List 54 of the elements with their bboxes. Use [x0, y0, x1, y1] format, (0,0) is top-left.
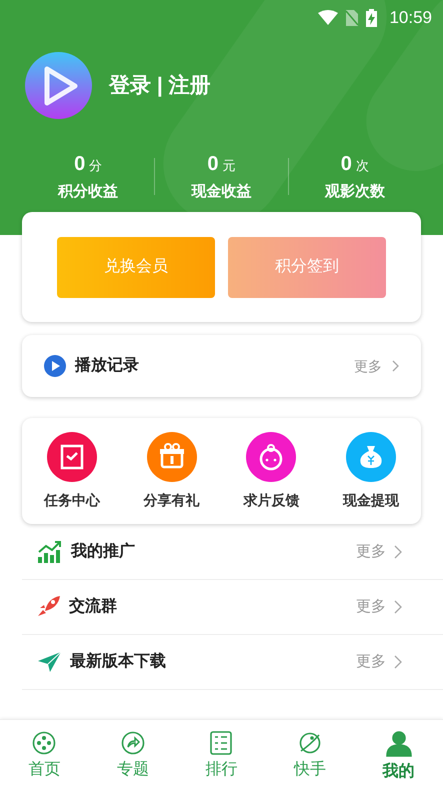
- menu-row[interactable]: 交流群 更多: [22, 580, 443, 635]
- cash-icon[interactable]: [346, 432, 396, 482]
- history-card[interactable]: 播放记录 更多: [22, 335, 421, 397]
- shortcut-label[interactable]: 现金提现: [343, 490, 400, 510]
- battery-charging-icon: [366, 9, 378, 27]
- more-link[interactable]: 更多: [356, 596, 386, 618]
- tab-label[interactable]: 我的: [382, 760, 415, 784]
- chevron-icon: [394, 655, 402, 669]
- film-reel-icon[interactable]: [32, 731, 56, 755]
- task-icon[interactable]: [46, 432, 97, 482]
- checkin-button[interactable]: 积分签到: [228, 236, 386, 298]
- chevron-icon: [394, 600, 402, 614]
- stat-unit: 次: [356, 157, 369, 175]
- tab-label[interactable]: 快手: [294, 758, 326, 782]
- gift-icon[interactable]: [146, 432, 197, 482]
- tab-label[interactable]: 排行: [205, 758, 238, 782]
- tab-label[interactable]: 专题: [116, 758, 149, 782]
- stat-value: 0: [207, 152, 219, 177]
- history-title: 播放记录: [75, 356, 139, 376]
- play-logo-icon[interactable]: [25, 52, 92, 119]
- stat-label: 观影次数: [324, 182, 385, 202]
- wifi-icon: [318, 10, 338, 26]
- menu-label: 交流群: [69, 596, 117, 617]
- stat-label: 积分收益: [58, 182, 118, 202]
- stat-unit: 分: [89, 157, 102, 175]
- more-link[interactable]: 更多: [356, 540, 386, 564]
- more-link[interactable]: 更多: [354, 356, 382, 376]
- stat-unit: 元: [222, 157, 236, 175]
- menu-row[interactable]: 最新版本下载 更多: [22, 635, 443, 690]
- stat-label: 现金收益: [191, 182, 252, 202]
- no-sim-icon: [346, 10, 358, 26]
- planet-icon[interactable]: [298, 731, 322, 755]
- stat-value: 0: [74, 152, 86, 177]
- status-time: 10:59: [389, 7, 432, 30]
- chevron-icon: [394, 545, 402, 559]
- shortcut-label[interactable]: 任务中心: [44, 490, 100, 510]
- shortcut-label[interactable]: 分享有礼: [144, 490, 200, 510]
- rocket-icon: [38, 596, 60, 618]
- tab-label[interactable]: 首页: [28, 758, 60, 782]
- exchange-button[interactable]: 兑换会员: [57, 236, 215, 298]
- person-icon[interactable]: [386, 731, 412, 757]
- menu-row[interactable]: 我的推广 更多: [22, 525, 443, 580]
- chevron-icon: [392, 360, 399, 372]
- menu-label: 最新版本下载: [70, 651, 166, 672]
- more-link[interactable]: 更多: [356, 650, 386, 674]
- feedback-icon[interactable]: [246, 432, 296, 482]
- stat-value: 0: [340, 152, 352, 177]
- paper-plane-icon: [38, 652, 61, 672]
- list-icon[interactable]: [210, 731, 232, 755]
- play-icon: [44, 355, 66, 377]
- login-register-link[interactable]: 登录 | 注册: [109, 70, 211, 102]
- chart-icon: [38, 541, 62, 563]
- menu-label: 我的推广: [71, 541, 135, 562]
- shortcut-label[interactable]: 求片反馈: [243, 490, 300, 510]
